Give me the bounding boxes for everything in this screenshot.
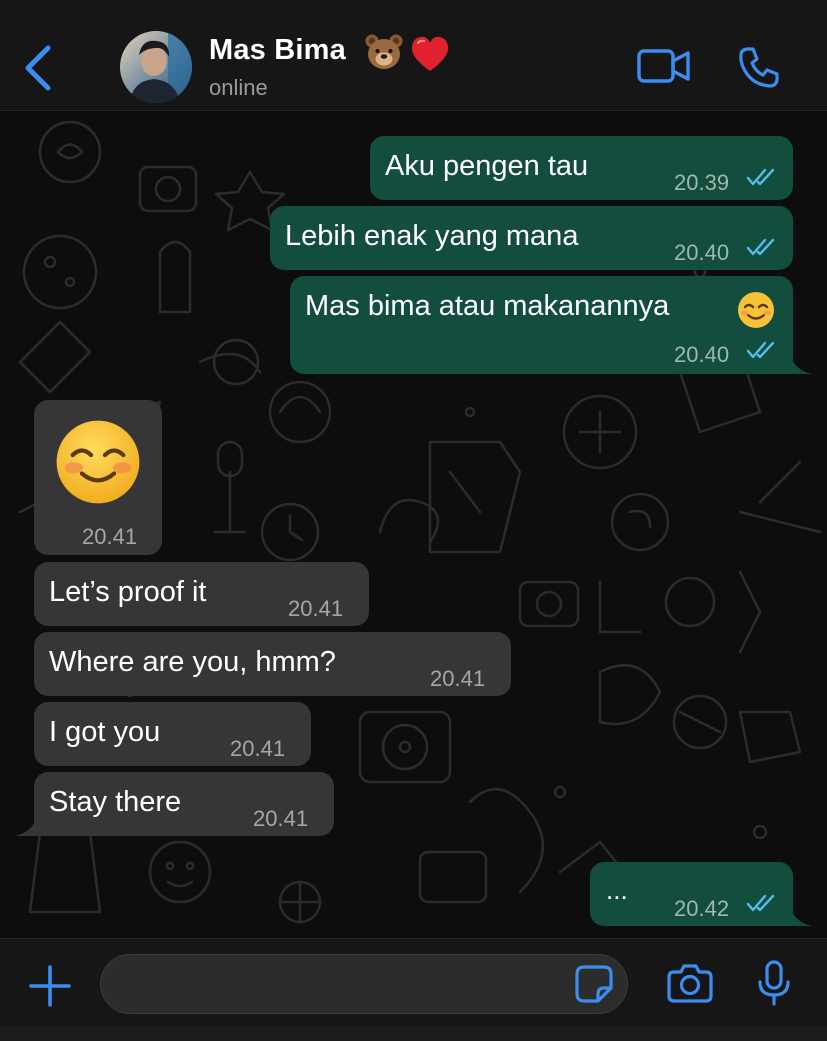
message-time: 20.41 xyxy=(430,666,486,691)
smiling-face-icon xyxy=(56,420,140,504)
message-time: 20.40 xyxy=(674,240,730,265)
video-call-button[interactable] xyxy=(637,48,691,84)
message-text: Aku pengen tau xyxy=(385,150,589,182)
back-button[interactable] xyxy=(20,44,56,92)
message-text: I got you xyxy=(49,716,161,748)
read-ticks-icon xyxy=(746,238,775,256)
message-time: 20.41 xyxy=(82,524,138,549)
bottom-strip xyxy=(0,1026,827,1041)
message-time: 20.42 xyxy=(674,896,730,921)
contact-name-text: Mas Bima xyxy=(209,34,346,66)
chevron-left-icon xyxy=(25,45,51,91)
voice-message-button[interactable] xyxy=(757,960,791,1006)
message-text: Lebih enak yang mana xyxy=(285,220,579,252)
message-bubble-incoming[interactable]: Where are you, hmm? 20.41 xyxy=(34,632,511,696)
message-bubble-incoming[interactable]: Stay there 20.41 xyxy=(34,772,334,836)
red-heart-icon xyxy=(411,36,449,71)
message-time: 20.41 xyxy=(288,596,344,621)
message-time: 20.39 xyxy=(674,170,730,195)
message-time: 20.41 xyxy=(253,806,309,831)
plus-icon xyxy=(29,965,71,1007)
message-bubble-incoming[interactable]: 20.41 xyxy=(34,400,162,555)
message-text: Stay there xyxy=(49,786,182,818)
read-ticks-icon xyxy=(746,894,775,912)
message-bubble-outgoing[interactable]: ... 20.42 xyxy=(590,862,793,926)
message-bubble-outgoing[interactable]: Mas bima atau makanannya 20.40 xyxy=(290,276,793,374)
phone-icon xyxy=(739,47,779,88)
voice-call-button[interactable] xyxy=(738,46,780,88)
camera-icon xyxy=(667,964,713,1003)
read-ticks-icon xyxy=(746,168,775,186)
message-input[interactable] xyxy=(100,954,628,1014)
contact-status: online xyxy=(209,75,268,100)
message-text: ... xyxy=(606,875,628,905)
camera-button[interactable] xyxy=(667,963,713,1003)
message-bubble-incoming[interactable]: I got you 20.41 xyxy=(34,702,311,766)
contact-photo xyxy=(120,31,192,103)
message-text: Let’s proof it xyxy=(49,576,207,608)
smiling-face-icon xyxy=(738,292,774,328)
bubble-tail xyxy=(15,816,37,836)
chat-area[interactable]: Aku pengen tau 20.39 Lebih enak yang man… xyxy=(0,112,827,938)
microphone-icon xyxy=(758,960,790,1006)
bubble-tail xyxy=(790,906,812,926)
sticker-icon xyxy=(575,965,613,1003)
message-text: Mas bima atau makanannya xyxy=(305,290,670,322)
message-bubble-outgoing[interactable]: Lebih enak yang mana 20.40 xyxy=(270,206,793,270)
bear-face-icon xyxy=(365,34,403,69)
chat-header: Mas Bima online xyxy=(0,0,827,111)
video-camera-icon xyxy=(637,49,690,83)
message-bubble-outgoing[interactable]: Aku pengen tau 20.39 xyxy=(370,136,793,200)
read-ticks-icon xyxy=(746,341,775,359)
message-bubble-incoming[interactable]: Let’s proof it 20.41 xyxy=(34,562,369,626)
message-time: 20.40 xyxy=(674,342,730,367)
message-text: Where are you, hmm? xyxy=(49,646,336,678)
attach-button[interactable] xyxy=(28,964,72,1008)
message-time: 20.41 xyxy=(230,736,286,761)
sticker-button[interactable] xyxy=(574,964,614,1004)
contact-name[interactable]: Mas Bima xyxy=(209,34,346,67)
avatar[interactable] xyxy=(120,31,192,103)
chat-screen: Mas Bima online Aku pengen tau 20.39 Leb… xyxy=(0,0,827,1041)
bubble-tail xyxy=(790,354,812,374)
